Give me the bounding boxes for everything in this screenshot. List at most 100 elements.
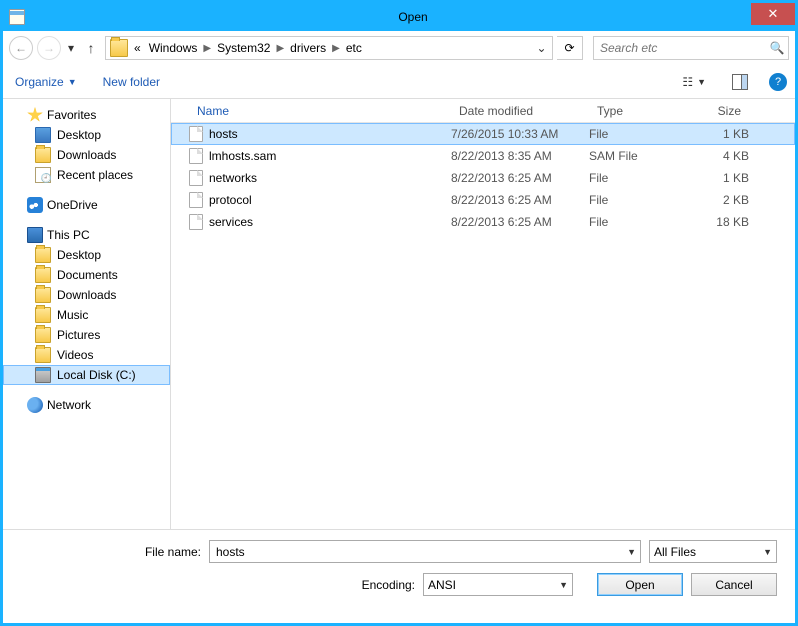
sidebar-item-label: Downloads (57, 148, 116, 162)
footer: File name: ▼ All Files ▼ Encoding: ANSI … (3, 529, 795, 608)
search-box[interactable]: 🔍 (593, 36, 789, 60)
column-headers: Name Date modified Type Size (171, 99, 795, 123)
file-type: SAM File (589, 149, 693, 163)
encoding-combo[interactable]: ANSI ▼ (423, 573, 573, 596)
col-name[interactable]: Name (189, 104, 451, 118)
refresh-button[interactable]: ⟳ (557, 36, 583, 60)
chevron-right-icon[interactable]: ▶ (330, 43, 342, 54)
breadcrumb-overflow[interactable]: « (130, 37, 145, 59)
organize-label: Organize (15, 75, 64, 89)
col-date[interactable]: Date modified (451, 104, 589, 118)
sidebar-item-desktop[interactable]: Desktop (3, 125, 170, 145)
file-name: networks (209, 171, 257, 185)
up-button[interactable]: ↑ (81, 38, 101, 58)
sidebar-item-downloads[interactable]: Downloads (3, 145, 170, 165)
sidebar-item-recent[interactable]: Recent places (3, 165, 170, 185)
help-button[interactable]: ? (769, 73, 787, 91)
main-area: Favorites Desktop Downloads Recent place… (3, 99, 795, 529)
file-type: File (589, 215, 693, 229)
sidebar-this-pc[interactable]: This PC (3, 225, 170, 245)
disk-icon (35, 367, 51, 383)
chevron-down-icon: ▼ (759, 547, 772, 557)
open-button[interactable]: Open (597, 573, 683, 596)
filename-combo[interactable]: ▼ (209, 540, 641, 563)
sidebar-item-videos[interactable]: Videos (3, 345, 170, 365)
file-type: File (589, 127, 693, 141)
chevron-right-icon[interactable]: ▶ (201, 43, 213, 54)
breadcrumb-item[interactable]: drivers (286, 37, 330, 59)
filetype-filter[interactable]: All Files ▼ (649, 540, 777, 563)
chevron-down-icon[interactable]: ▼ (623, 547, 636, 557)
titlebar: Open ✕ (3, 3, 795, 31)
file-size: 1 KB (693, 171, 749, 185)
organize-menu[interactable]: Organize ▼ (11, 73, 81, 91)
sidebar-item-label: Pictures (57, 328, 100, 342)
close-button[interactable]: ✕ (751, 3, 795, 25)
sidebar-network[interactable]: Network (3, 395, 170, 415)
sidebar-item-label: Downloads (57, 288, 116, 302)
file-row[interactable]: lmhosts.sam8/22/2013 8:35 AMSAM File4 KB (171, 145, 795, 167)
filename-input[interactable] (214, 545, 623, 559)
folder-icon (110, 39, 128, 57)
sidebar-label: Favorites (47, 108, 96, 122)
filename-label: File name: (21, 545, 201, 559)
window-title: Open (31, 10, 795, 24)
onedrive-icon (27, 197, 43, 213)
recent-icon (35, 167, 51, 183)
sidebar-item-label: Documents (57, 268, 118, 282)
navigation-pane: Favorites Desktop Downloads Recent place… (3, 99, 171, 529)
chevron-down-icon: ▼ (68, 77, 77, 87)
file-name: lmhosts.sam (209, 149, 276, 163)
sidebar-label: OneDrive (47, 198, 98, 212)
chevron-right-icon[interactable]: ▶ (274, 43, 286, 54)
sidebar-item-desktop[interactable]: Desktop (3, 245, 170, 265)
sidebar-item-label: Videos (57, 348, 93, 362)
file-name: protocol (209, 193, 252, 207)
desktop-icon (35, 127, 51, 143)
breadcrumb-item[interactable]: etc (342, 37, 366, 59)
star-icon (27, 107, 43, 123)
file-date: 8/22/2013 8:35 AM (451, 149, 589, 163)
file-row[interactable]: services8/22/2013 6:25 AMFile18 KB (171, 211, 795, 233)
breadcrumb-item[interactable]: System32 (213, 37, 274, 59)
col-size[interactable]: Size (693, 104, 749, 118)
search-input[interactable] (594, 41, 766, 55)
sidebar-item-pictures[interactable]: Pictures (3, 325, 170, 345)
folder-icon (35, 347, 51, 363)
address-bar[interactable]: « Windows▶ System32▶ drivers▶ etc ⌄ (105, 36, 553, 60)
file-name: services (209, 215, 253, 229)
forward-button[interactable]: → (37, 36, 61, 60)
folder-icon (35, 247, 51, 263)
sidebar-item-downloads[interactable]: Downloads (3, 285, 170, 305)
back-button[interactable]: ← (9, 36, 33, 60)
sidebar-item-local-disk[interactable]: Local Disk (C:) (3, 365, 170, 385)
new-folder-button[interactable]: New folder (99, 73, 164, 91)
view-options[interactable]: ☷ ▼ (677, 73, 711, 91)
sidebar-favorites[interactable]: Favorites (3, 105, 170, 125)
sidebar-item-label: Desktop (57, 128, 101, 142)
preview-pane-button[interactable] (729, 71, 751, 93)
sidebar-onedrive[interactable]: OneDrive (3, 195, 170, 215)
file-icon (189, 126, 203, 142)
network-icon (27, 397, 43, 413)
folder-icon (35, 327, 51, 343)
cancel-button[interactable]: Cancel (691, 573, 777, 596)
folder-icon (35, 307, 51, 323)
sidebar-item-music[interactable]: Music (3, 305, 170, 325)
file-date: 8/22/2013 6:25 AM (451, 215, 589, 229)
sidebar-item-documents[interactable]: Documents (3, 265, 170, 285)
file-size: 2 KB (693, 193, 749, 207)
file-row[interactable]: networks8/22/2013 6:25 AMFile1 KB (171, 167, 795, 189)
search-icon[interactable]: 🔍 (766, 41, 788, 55)
history-dropdown[interactable]: ▾ (65, 36, 77, 60)
col-type[interactable]: Type (589, 104, 693, 118)
sidebar-item-label: Music (57, 308, 88, 322)
file-type: File (589, 171, 693, 185)
address-dropdown[interactable]: ⌄ (532, 37, 550, 59)
sidebar-label: Network (47, 398, 91, 412)
breadcrumb-item[interactable]: Windows (145, 37, 202, 59)
encoding-value: ANSI (428, 578, 456, 592)
file-row[interactable]: hosts7/26/2015 10:33 AMFile1 KB (171, 123, 795, 145)
file-row[interactable]: protocol8/22/2013 6:25 AMFile2 KB (171, 189, 795, 211)
file-type: File (589, 193, 693, 207)
